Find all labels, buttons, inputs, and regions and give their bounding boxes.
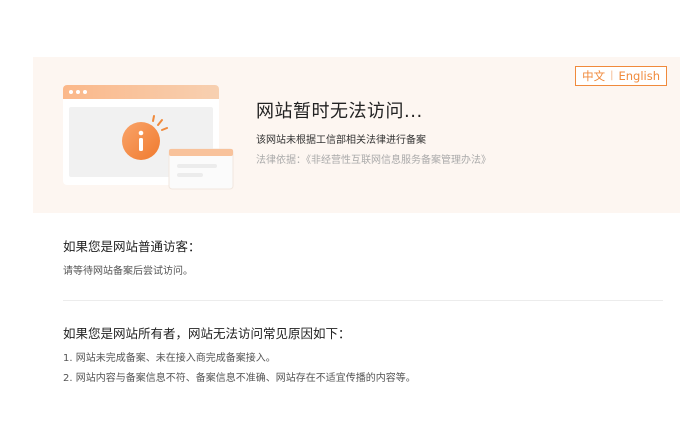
lang-zh-link[interactable]: 中文 [582, 66, 605, 86]
visitor-heading: 如果您是网站普通访客： [63, 239, 201, 254]
section-divider [63, 300, 663, 301]
window-dot-icon [76, 90, 80, 94]
page-title: 网站暂时无法访问... [256, 101, 423, 122]
lang-separator: | [610, 70, 614, 81]
visitor-text: 请等待网站备案后尝试访问。 [63, 266, 193, 277]
language-switch: 中文 | English [575, 66, 667, 86]
reason-item: 1. 网站未完成备案、未在接入商完成备案接入。 [63, 353, 276, 364]
reason-item: 2. 网站内容与备案信息不符、备案信息不准确、网站存在不适宜传播的内容等。 [63, 373, 416, 384]
lang-en-link[interactable]: English [618, 66, 660, 86]
notice-banner: 中文 | English 网站暂时无法访问... 该网站未根据工信部相关法律进行… [33, 57, 680, 213]
window-dot-icon [83, 90, 87, 94]
owner-heading: 如果您是网站所有者，网站无法访问常见原因如下： [63, 326, 351, 341]
legal-basis-text: 法律依据：《非经营性互联网信息服务备案管理办法》 [256, 155, 491, 166]
notice-subtitle: 该网站未根据工信部相关法律进行备案 [256, 135, 426, 146]
browser-warning-illustration [63, 85, 234, 190]
window-dot-icon [69, 90, 73, 94]
